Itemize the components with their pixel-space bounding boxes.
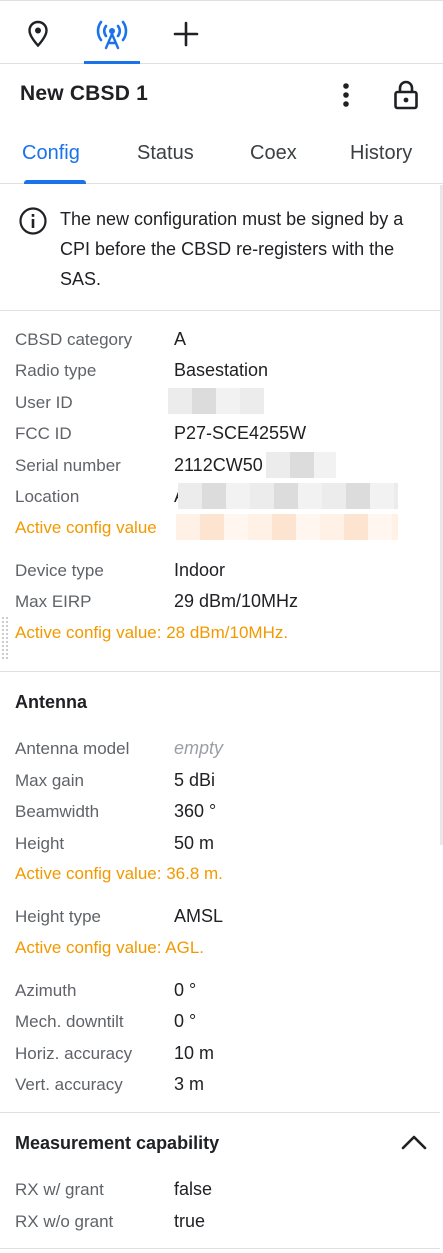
measurement-section-title: Measurement capability <box>15 1133 220 1153</box>
panel-header: New CBSD 1 <box>0 64 443 126</box>
field-label: Height <box>15 834 65 853</box>
more-options-button[interactable] <box>334 80 358 110</box>
field-vert-accuracy: Vert. accuracy 3 m <box>15 1073 440 1097</box>
field-label: Antenna model <box>15 739 130 758</box>
field-rx-with-grant: RX w/ grant false <box>15 1178 440 1202</box>
section-divider <box>0 671 440 672</box>
field-value: A <box>174 329 187 349</box>
collapse-button[interactable] <box>398 1128 430 1156</box>
field-label: Location <box>15 487 80 506</box>
field-device-type: Device type Indoor <box>15 559 440 583</box>
field-fcc-id: FCC ID P27-SCE4255W <box>15 422 440 446</box>
resize-handle[interactable] <box>1 616 9 660</box>
map-pin-icon <box>28 20 48 48</box>
redacted-location-active <box>176 514 398 540</box>
info-notice: The new configuration must be signed by … <box>0 185 440 311</box>
top-border <box>0 0 443 3</box>
more-vert-icon <box>343 83 349 107</box>
field-label: Azimuth <box>15 981 77 1000</box>
field-max-gain: Max gain 5 dBi <box>15 769 440 793</box>
field-height-type: Height type AMSL <box>15 905 440 929</box>
lock-button[interactable] <box>390 78 422 112</box>
field-value: 29 dBm/10MHz <box>174 591 299 611</box>
field-value: 360 ° <box>174 801 217 821</box>
field-label: Horiz. accuracy <box>15 1044 133 1063</box>
radio-tower-icon <box>96 20 128 49</box>
field-value: AMSL <box>174 906 224 926</box>
field-value: 5 dBi <box>174 770 216 790</box>
field-label: Serial number <box>15 456 121 475</box>
map-view-button[interactable] <box>10 4 66 64</box>
field-value: 10 m <box>174 1043 215 1063</box>
tab-history[interactable]: History <box>350 142 412 165</box>
field-label: Height type <box>15 907 101 926</box>
tab-config[interactable]: Config <box>22 142 80 165</box>
section-divider <box>0 1112 440 1113</box>
field-label: Mech. downtilt <box>15 1012 124 1031</box>
field-value: 50 m <box>174 833 215 853</box>
field-label: Max gain <box>15 771 84 790</box>
redacted-location <box>178 483 398 509</box>
chevron-up-icon <box>401 1135 427 1150</box>
field-value: Indoor <box>174 560 226 580</box>
height-active-note: Active config value: 36.8 m. <box>15 864 223 883</box>
lock-icon <box>394 80 418 110</box>
field-label: Device type <box>15 561 104 580</box>
field-label: User ID <box>15 393 73 412</box>
redacted-user-id <box>168 388 264 414</box>
field-mech-downtilt: Mech. downtilt 0 ° <box>15 1010 440 1034</box>
redacted-serial <box>266 452 336 478</box>
add-button[interactable] <box>158 4 214 64</box>
field-beamwidth: Beamwidth 360 ° <box>15 800 440 824</box>
field-height: Height 50 m <box>15 832 440 856</box>
field-value: false <box>174 1179 213 1199</box>
field-value: 2112CW50 <box>174 455 263 475</box>
antenna-section-title: Antenna <box>15 692 87 712</box>
field-cbsd-category: CBSD category A <box>15 328 440 352</box>
tab-coex[interactable]: Coex <box>250 142 297 165</box>
field-value: Basestation <box>174 360 269 380</box>
field-value: empty <box>174 738 224 758</box>
height-type-active-note: Active config value: AGL. <box>15 938 204 957</box>
field-label: Beamwidth <box>15 802 100 821</box>
info-icon <box>19 207 47 235</box>
field-max-eirp: Max EIRP 29 dBm/10MHz <box>15 590 440 614</box>
field-value: P27-SCE4255W <box>174 423 307 443</box>
active-tab-indicator <box>24 180 86 184</box>
field-rx-without-grant: RX w/o grant true <box>15 1210 440 1234</box>
field-label: Vert. accuracy <box>15 1075 123 1094</box>
tab-bar: Config Status Coex History <box>0 126 443 184</box>
top-toolbar <box>0 4 443 64</box>
plus-icon <box>173 21 199 47</box>
field-label: RX w/ grant <box>15 1180 104 1199</box>
section-divider <box>0 1248 440 1249</box>
field-radio-type: Radio type Basestation <box>15 359 440 383</box>
field-horiz-accuracy: Horiz. accuracy 10 m <box>15 1042 440 1066</box>
field-label: Radio type <box>15 361 97 380</box>
max-eirp-active-note: Active config value: 28 dBm/10MHz. <box>15 623 289 642</box>
field-label: CBSD category <box>15 330 133 349</box>
field-value: 0 ° <box>174 980 197 1000</box>
field-value: true <box>174 1211 206 1231</box>
field-value: 3 m <box>174 1074 205 1094</box>
field-label: Max EIRP <box>15 592 92 611</box>
field-label: RX w/o grant <box>15 1212 114 1231</box>
field-serial-number: Serial number 2112CW50 <box>15 454 440 478</box>
tab-status[interactable]: Status <box>137 142 194 165</box>
location-active-note: Active config value <box>15 518 157 537</box>
notice-text: The new configuration must be signed by … <box>60 209 404 289</box>
field-azimuth: Azimuth 0 ° <box>15 979 440 1003</box>
field-value: 0 ° <box>174 1011 197 1031</box>
field-label: FCC ID <box>15 424 72 443</box>
page-title: New CBSD 1 <box>20 82 149 105</box>
field-antenna-model: Antenna model empty <box>15 737 440 761</box>
cbsd-view-button[interactable] <box>84 4 140 64</box>
